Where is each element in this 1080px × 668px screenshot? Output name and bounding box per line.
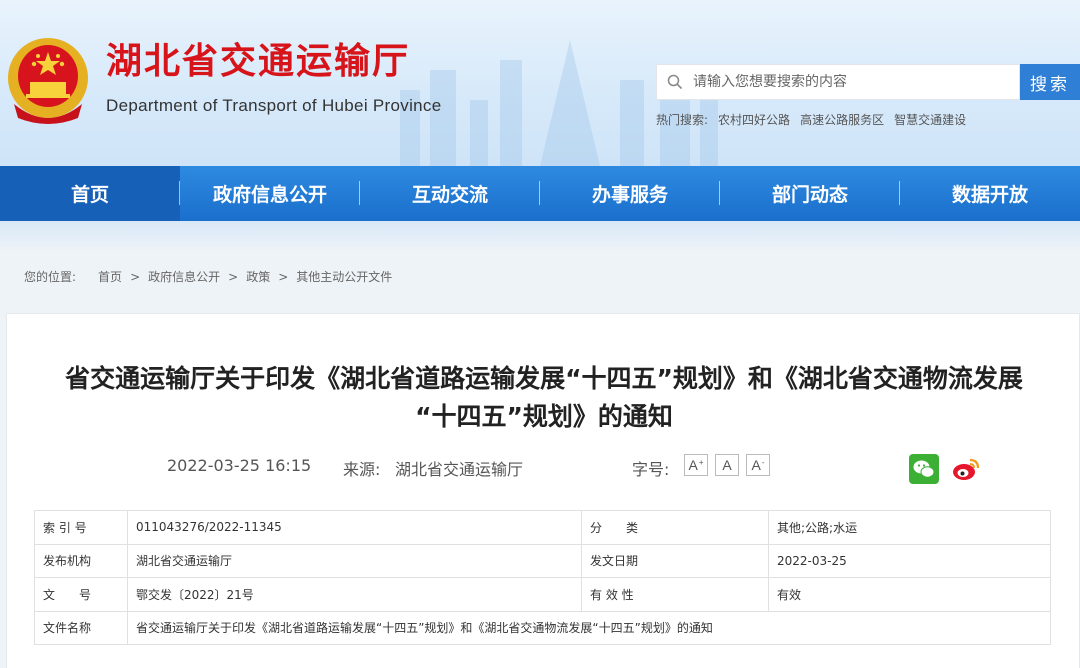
publish-datetime: 2022-03-25 16:15 — [167, 456, 312, 475]
table-row: 文件名称 省交通运输厅关于印发《湖北省道路运输发展“十四五”规划》和《湖北省交通… — [34, 610, 1051, 645]
search-icon — [657, 64, 693, 100]
table-cell-label: 发文日期 — [581, 543, 769, 578]
breadcrumb-link-home[interactable]: 首页 — [98, 268, 122, 285]
breadcrumb-separator: > — [278, 269, 289, 284]
font-button-label: A — [688, 457, 698, 473]
site-subtitle: Department of Transport of Hubei Provinc… — [106, 96, 442, 115]
table-cell-value: 省交通运输厅关于印发《湖北省道路运输发展“十四五”规划》和《湖北省交通物流发展“… — [127, 610, 1051, 645]
font-decrease-button[interactable]: A- — [746, 454, 770, 476]
nav-item-label: 办事服务 — [591, 184, 668, 206]
main-nav: 首页 政府信息公开 互动交流 办事服务 部门动态 数据开放 — [0, 166, 1080, 221]
nav-item-label: 数据开放 — [951, 184, 1028, 206]
source-label: 来源: — [343, 460, 381, 479]
hot-search: 热门搜索: 农村四好公路 高速公路服务区 智慧交通建设 — [656, 111, 966, 128]
breadcrumb-separator: > — [130, 269, 141, 284]
table-cell-value: 有效 — [768, 577, 1051, 612]
site-title[interactable]: 湖北省交通运输厅 — [106, 44, 410, 80]
nav-item-label: 首页 — [70, 184, 109, 206]
nav-item-interaction[interactable]: 互动交流 — [360, 166, 540, 221]
article-title-line: “十四五”规划》的通知 — [415, 402, 673, 431]
table-cell-value: 其他;公路;水运 — [768, 510, 1051, 545]
national-emblem-icon — [8, 38, 88, 124]
site-header: 湖北省交通运输厅 Department of Transport of Hube… — [0, 0, 1080, 166]
hot-link[interactable]: 农村四好公路 — [718, 111, 790, 128]
breadcrumb-link-other-files[interactable]: 其他主动公开文件 — [296, 268, 392, 285]
document-info-table: 索 引 号 011043276/2022-11345 分 类 其他;公路;水运 … — [34, 510, 1051, 645]
breadcrumb-link-gov-info[interactable]: 政府信息公开 — [148, 268, 220, 285]
article-title-line: 省交通运输厅关于印发《湖北省道路运输发展“十四五”规划》和《湖北省交通物流发展 — [65, 364, 1023, 393]
font-button-label: A — [751, 457, 761, 473]
nav-item-home[interactable]: 首页 — [0, 166, 180, 221]
table-cell-label: 文件名称 — [34, 610, 128, 645]
nav-item-label: 互动交流 — [411, 184, 488, 206]
search-box — [656, 64, 1020, 100]
hot-search-label: 热门搜索: — [656, 113, 709, 127]
nav-shadow-band — [0, 221, 1080, 251]
nav-item-dept-news[interactable]: 部门动态 — [720, 166, 900, 221]
breadcrumb-separator: > — [228, 269, 239, 284]
article-title: 省交通运输厅关于印发《湖北省道路运输发展“十四五”规划》和《湖北省交通物流发展 … — [7, 360, 1080, 436]
table-row: 索 引 号 011043276/2022-11345 分 类 其他;公路;水运 — [34, 510, 1051, 545]
search-input[interactable] — [693, 74, 1013, 90]
article-card: 省交通运输厅关于印发《湖北省道路运输发展“十四五”规划》和《湖北省交通物流发展 … — [6, 313, 1080, 668]
table-row: 文 号 鄂交发〔2022〕21号 有 效 性 有效 — [34, 577, 1051, 612]
nav-item-label: 政府信息公开 — [212, 184, 327, 206]
table-row: 发布机构 湖北省交通运输厅 发文日期 2022-03-25 — [34, 543, 1051, 578]
table-cell-label: 发布机构 — [34, 543, 128, 578]
table-cell-label: 文 号 — [34, 577, 128, 612]
nav-item-services[interactable]: 办事服务 — [540, 166, 720, 221]
table-cell-value: 2022-03-25 — [768, 543, 1051, 578]
breadcrumb-label: 您的位置: — [24, 270, 77, 284]
breadcrumb-link-policy[interactable]: 政策 — [246, 268, 270, 285]
nav-item-label: 部门动态 — [771, 184, 848, 206]
table-cell-value: 鄂交发〔2022〕21号 — [127, 577, 582, 612]
nav-item-gov-info[interactable]: 政府信息公开 — [180, 166, 360, 221]
font-size-label: 字号: — [632, 460, 670, 479]
table-cell-value: 湖北省交通运输厅 — [127, 543, 582, 578]
wechat-icon[interactable] — [909, 454, 939, 484]
weibo-icon[interactable] — [951, 454, 981, 484]
search-button[interactable]: 搜索 — [1020, 64, 1080, 100]
font-button-label: A — [722, 457, 732, 473]
nav-item-open-data[interactable]: 数据开放 — [900, 166, 1080, 221]
font-increase-button[interactable]: A + — [684, 454, 708, 476]
table-cell-label: 索 引 号 — [34, 510, 128, 545]
font-reset-button[interactable]: A — [715, 454, 739, 476]
source-value: 湖北省交通运输厅 — [395, 460, 524, 479]
breadcrumb: 您的位置: 首页 > 政府信息公开 > 政策 > 其他主动公开文件 — [24, 268, 392, 285]
table-cell-value: 011043276/2022-11345 — [127, 510, 582, 545]
table-cell-label: 有 效 性 — [581, 577, 769, 612]
hot-link[interactable]: 高速公路服务区 — [800, 111, 884, 128]
hot-link[interactable]: 智慧交通建设 — [894, 111, 966, 128]
table-cell-label: 分 类 — [581, 510, 769, 545]
